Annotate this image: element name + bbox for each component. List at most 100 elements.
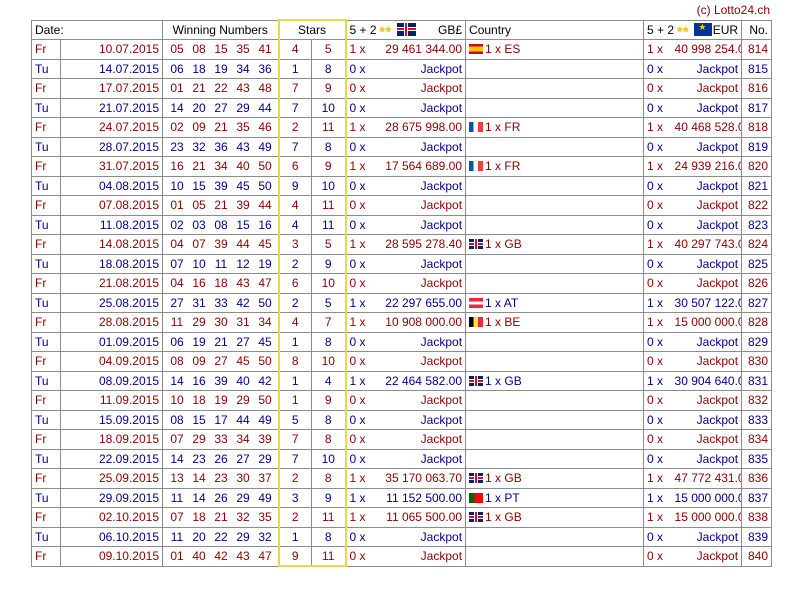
winner-country <box>465 214 645 235</box>
winning-numbers: 27 31 33 42 50 <box>162 292 279 313</box>
winning-number: 06 <box>170 334 184 349</box>
winning-number: 21 <box>214 510 228 525</box>
star-1: 7 <box>277 78 312 99</box>
winning-number: 22 <box>214 529 228 544</box>
draw-number: 830 <box>741 351 773 372</box>
header-stars: Stars <box>277 19 347 40</box>
star-2: 10 <box>310 175 347 196</box>
winning-number: 44 <box>236 412 250 427</box>
winning-numbers: 10 18 19 29 50 <box>162 390 279 411</box>
winner-country <box>465 253 645 274</box>
gb-amount: 17 564 689.00 <box>371 156 467 177</box>
draw-day: Fr <box>31 195 61 216</box>
table-row: Fr 17.07.2015 01 21 22 43 48 7 9 0 x Jackpot 0 x Jac… <box>31 78 773 99</box>
winning-number: 27 <box>214 354 228 369</box>
eur-amount: Jackpot <box>671 331 743 352</box>
table-row: Tu 11.08.2015 02 03 08 15 16 4 11 0 x Jackpot 0 x Ja… <box>31 214 773 235</box>
winner-country: 1 x AT <box>465 292 645 313</box>
winning-numbers: 02 09 21 35 46 <box>162 117 279 138</box>
draw-number: 818 <box>741 117 773 138</box>
draw-date: 11.08.2015 <box>60 214 163 235</box>
winning-numbers: 16 21 34 40 50 <box>162 156 279 177</box>
winning-number: 35 <box>258 510 272 525</box>
star-1: 5 <box>277 409 312 430</box>
gb-amount: Jackpot <box>371 214 467 235</box>
winning-number: 18 <box>214 276 228 291</box>
winning-number: 47 <box>258 276 272 291</box>
draw-day: Tu <box>31 370 61 391</box>
winning-number: 47 <box>258 549 272 564</box>
draw-date: 11.09.2015 <box>60 390 163 411</box>
eur-amount: 40 297 743.00 <box>671 234 743 255</box>
draw-day: Fr <box>31 78 61 99</box>
gb-amount: 11 065 500.00 <box>371 507 467 528</box>
country-label: 1 x BE <box>485 315 521 330</box>
gb-flag-icon <box>469 512 484 523</box>
gb-winners: 0 x <box>345 195 372 216</box>
eur-amount: 15 000 000.00 <box>671 487 743 508</box>
eur-winners: 0 x <box>643 253 672 274</box>
winning-number: 15 <box>214 42 228 57</box>
draw-number: 821 <box>741 175 773 196</box>
winning-number: 03 <box>192 217 206 232</box>
star-1: 4 <box>277 312 312 333</box>
eur-amount: 40 998 254.00 <box>671 39 743 60</box>
draw-day: Fr <box>31 468 61 489</box>
star-1: 6 <box>277 156 312 177</box>
winning-number: 08 <box>170 354 184 369</box>
winning-number: 50 <box>258 393 272 408</box>
draw-date: 14.07.2015 <box>60 58 163 79</box>
winning-number: 01 <box>170 549 184 564</box>
winning-number: 18 <box>192 393 206 408</box>
eur-winners: 0 x <box>643 526 672 547</box>
draw-date: 25.08.2015 <box>60 292 163 313</box>
winning-number: 43 <box>236 549 250 564</box>
star-2: 4 <box>310 370 347 391</box>
star-1: 7 <box>277 136 312 157</box>
draw-number: 814 <box>741 39 773 60</box>
winner-country <box>465 136 645 157</box>
draw-day: Fr <box>31 351 61 372</box>
star-2: 9 <box>310 156 347 177</box>
winning-number: 11 <box>170 315 184 330</box>
draw-date: 06.10.2015 <box>60 526 163 547</box>
gb-winners: 1 x <box>345 117 372 138</box>
draw-day: Fr <box>31 273 61 294</box>
winner-country: 1 x ES <box>465 39 645 60</box>
winning-number: 26 <box>214 490 228 505</box>
winning-number: 45 <box>258 237 272 252</box>
winner-country: 1 x GB <box>465 234 645 255</box>
eur-winners: 1 x <box>643 117 672 138</box>
eur-winners: 0 x <box>643 195 672 216</box>
winning-number: 43 <box>236 81 250 96</box>
winning-number: 42 <box>258 373 272 388</box>
gb-amount: Jackpot <box>371 351 467 372</box>
winning-number: 26 <box>214 451 228 466</box>
header-date: Date: <box>31 19 163 40</box>
copyright-text: (c) Lotto24.ch <box>696 3 770 17</box>
header-row: Date: Winning Numbers Stars 5 + 2 ★★ GB£ C… <box>31 19 773 40</box>
draw-day: Tu <box>31 97 61 118</box>
draw-day: Fr <box>31 429 61 450</box>
draw-day: Fr <box>31 117 61 138</box>
winning-numbers: 23 32 36 43 49 <box>162 136 279 157</box>
gb-amount: Jackpot <box>371 429 467 450</box>
table-row: Tu 29.09.2015 11 14 26 29 49 3 9 1 x 11 152 500.00… <box>31 487 773 508</box>
winning-numbers: 08 09 27 45 50 <box>162 351 279 372</box>
gb-winners: 1 x <box>345 292 372 313</box>
draw-number: 816 <box>741 78 773 99</box>
winning-numbers: 07 10 11 12 19 <box>162 253 279 274</box>
winning-number: 19 <box>214 61 228 76</box>
winning-numbers: 10 15 39 45 50 <box>162 175 279 196</box>
gb-winners: 1 x <box>345 234 372 255</box>
winning-number: 11 <box>214 256 228 271</box>
gb-amount: Jackpot <box>371 58 467 79</box>
table-row: Tu 08.09.2015 14 16 39 40 42 1 4 1 x 22 464 582.00… <box>31 370 773 391</box>
gb-winners: 0 x <box>345 175 372 196</box>
winner-country <box>465 429 645 450</box>
winning-number: 17 <box>214 412 228 427</box>
star-2: 8 <box>310 429 347 450</box>
eur-amount: Jackpot <box>671 214 743 235</box>
gb-flag-icon <box>469 375 484 386</box>
eur-winners: 0 x <box>643 175 672 196</box>
